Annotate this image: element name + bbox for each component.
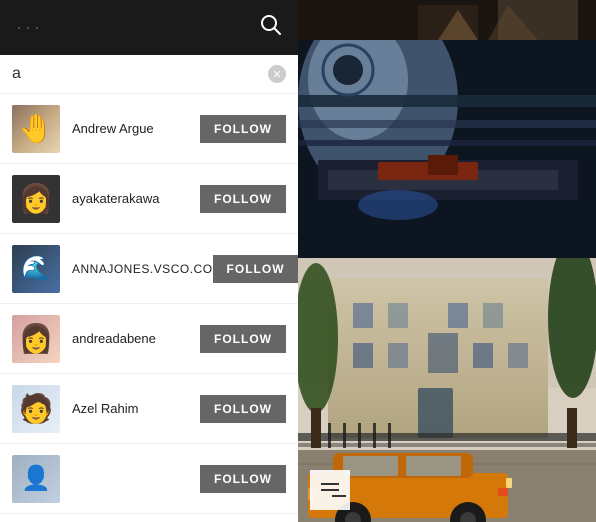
user-name: ayakaterakawa [72,191,200,206]
list-item: ayakaterakawa FOLLOW [0,164,298,234]
list-item: FOLLOW [0,444,298,514]
clear-icon[interactable]: ✕ [268,65,286,83]
photo-mid [298,40,596,258]
right-panel [298,0,596,522]
avatar [12,315,60,363]
list-item: andreadabene FOLLOW [0,304,298,374]
avatar [12,175,60,223]
photo-top-content [298,0,596,40]
list-item: ANNAJONES.VSCO.CO FOLLOW [0,234,298,304]
follow-button[interactable]: FOLLOW [200,325,286,353]
search-icon[interactable] [260,14,282,42]
avatar [12,385,60,433]
top-bar: ··· [0,0,298,55]
menu-line-3 [332,495,346,497]
search-bar: ✕ [0,55,298,94]
menu-line-1 [321,483,339,485]
list-item: Andrew Argue FOLLOW [0,94,298,164]
search-input[interactable] [12,65,268,83]
follow-button[interactable]: FOLLOW [200,185,286,213]
follow-button[interactable]: FOLLOW [200,115,286,143]
avatar [12,105,60,153]
photo-bottom [298,258,596,522]
menu-line-2 [321,489,339,491]
user-name: Andrew Argue [72,121,200,136]
follow-button[interactable]: FOLLOW [200,395,286,423]
left-panel: ··· ✕ Andrew Argue FOLLOW ayakaterakawa … [0,0,298,522]
avatar [12,455,60,503]
user-name: ANNAJONES.VSCO.CO [72,262,213,276]
photo-mid-content [298,40,596,258]
photo-top [298,0,596,40]
app-logo: ··· [16,17,43,38]
user-list: Andrew Argue FOLLOW ayakaterakawa FOLLOW… [0,94,298,522]
avatar [12,245,60,293]
user-name: andreadabene [72,331,200,346]
follow-button[interactable]: FOLLOW [213,255,298,283]
menu-button[interactable] [310,470,350,510]
user-name: Azel Rahim [72,401,200,416]
list-item: Azel Rahim FOLLOW [0,374,298,444]
follow-button[interactable]: FOLLOW [200,465,286,493]
